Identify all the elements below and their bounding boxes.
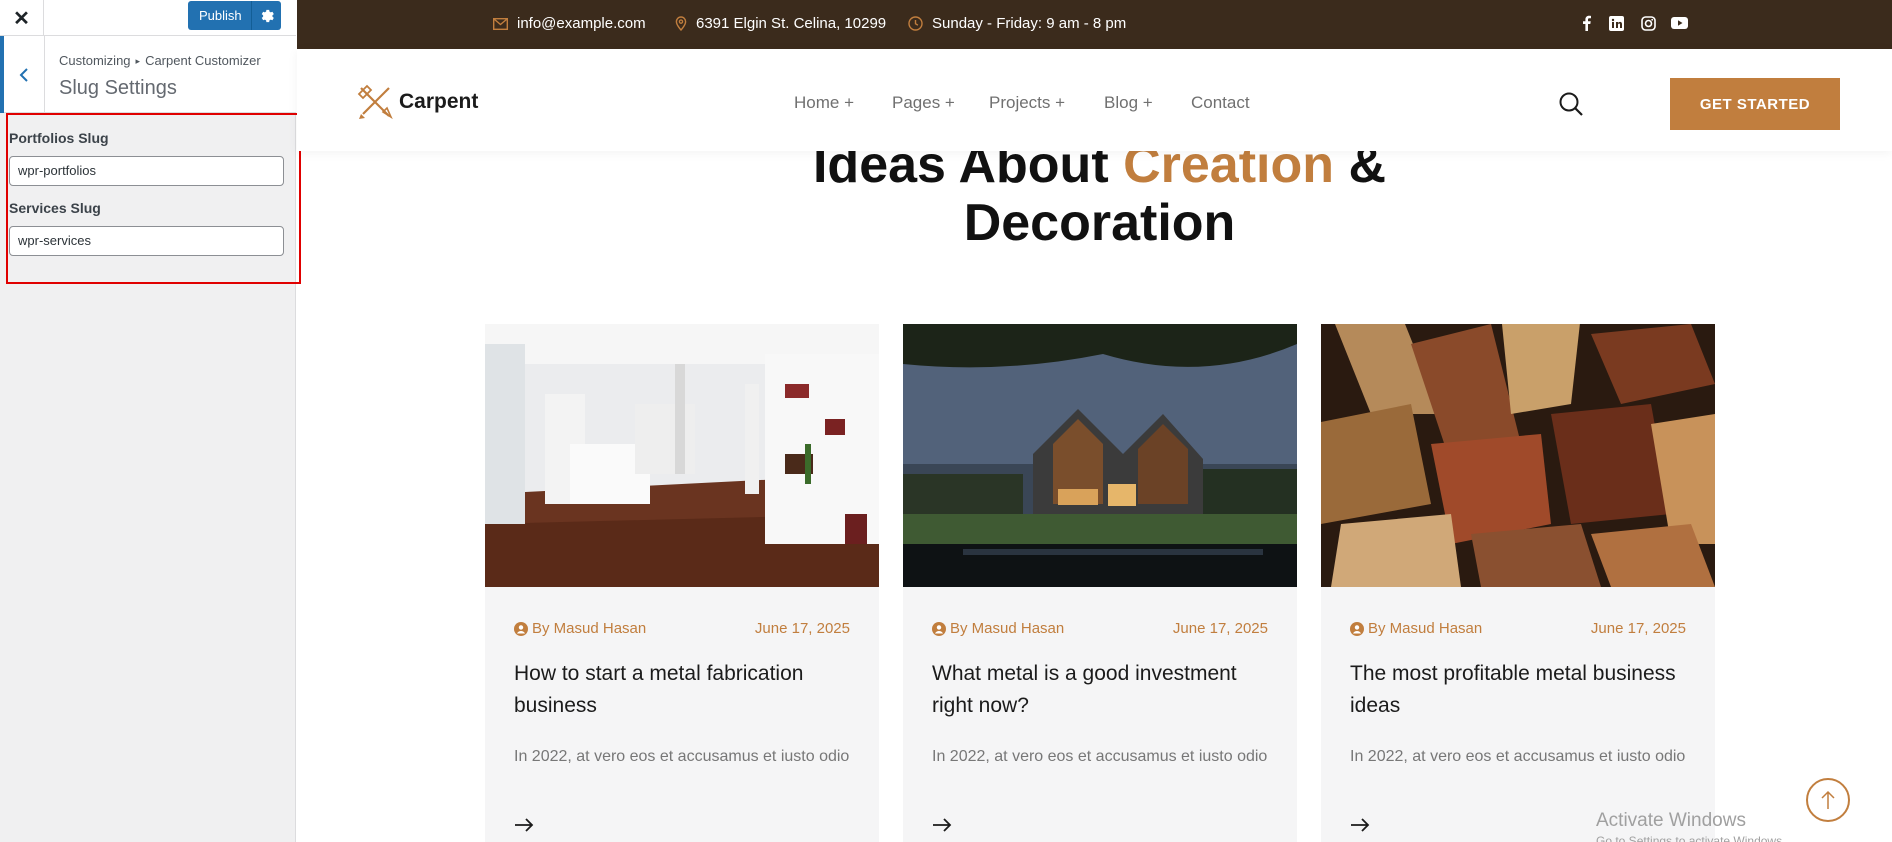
post-excerpt: In 2022, at vero eos et accusamus et ius…	[514, 748, 850, 765]
facebook-link[interactable]	[1577, 14, 1595, 32]
activate-windows-title: Activate Windows	[1596, 810, 1746, 831]
breadcrumb-current: Carpent Customizer	[145, 53, 261, 68]
post-author[interactable]: By Masud Hasan	[932, 620, 1064, 637]
author-name: By Masud Hasan	[1368, 620, 1483, 637]
post-image-house[interactable]	[903, 324, 1297, 587]
search-icon[interactable]	[1558, 91, 1584, 117]
blog-card: By Masud Hasan June 17, 2025 The most pr…	[1321, 324, 1715, 842]
post-author[interactable]: By Masud Hasan	[514, 620, 646, 637]
nav-home[interactable]: Home +	[794, 93, 854, 113]
activate-windows-subtitle: Go to Settings to activate Windows.	[1596, 834, 1786, 842]
post-title[interactable]: What metal is a good investment right no…	[932, 658, 1272, 722]
author-name: By Masud Hasan	[532, 620, 647, 637]
mail-icon	[493, 17, 508, 30]
address-text: 6391 Elgin St. Celina, 10299	[696, 15, 887, 32]
chevron-left-icon	[19, 67, 28, 82]
breadcrumb-separator-icon: ▸	[135, 56, 141, 66]
close-customizer-button[interactable]: ✕	[0, 0, 44, 36]
facebook-icon	[1582, 15, 1591, 31]
address-info: 6391 Elgin St. Celina, 10299	[675, 15, 886, 32]
linkedin-link[interactable]	[1607, 14, 1625, 32]
site-header: Carpent Home + Pages + Projects + Blog +…	[297, 49, 1892, 151]
instagram-icon	[1640, 15, 1656, 31]
user-icon	[514, 621, 528, 636]
app-root: ✕ Publish Customizing ▸ Carpent Customizer…	[0, 0, 1892, 842]
publish-group: Publish	[188, 1, 281, 30]
youtube-link[interactable]	[1670, 14, 1688, 32]
arrow-right-icon[interactable]	[514, 818, 534, 832]
back-button[interactable]	[0, 36, 45, 113]
post-excerpt: In 2022, at vero eos et accusamus et ius…	[1350, 748, 1686, 765]
email-text: info@example.com	[517, 15, 646, 32]
nav-blog[interactable]: Blog +	[1104, 93, 1153, 113]
post-date[interactable]: June 17, 2025	[1173, 620, 1268, 637]
section-heading: Ideas About Creation & Decoration	[297, 136, 1892, 252]
user-icon	[1350, 621, 1364, 636]
gear-icon	[261, 9, 274, 22]
post-title[interactable]: How to start a metal fabrication busines…	[514, 658, 854, 722]
services-slug-input[interactable]: wpr-services	[9, 226, 284, 256]
post-date[interactable]: June 17, 2025	[755, 620, 850, 637]
youtube-icon	[1670, 17, 1688, 29]
post-title[interactable]: The most profitable metal business ideas	[1350, 658, 1690, 722]
kitchen-image	[485, 324, 879, 587]
post-author[interactable]: By Masud Hasan	[1350, 620, 1482, 637]
portfolios-slug-label: Portfolios Slug	[9, 130, 109, 146]
carpent-logo-icon	[357, 84, 393, 120]
heading-line2: Decoration	[963, 194, 1236, 252]
publish-button[interactable]: Publish	[188, 8, 252, 23]
post-excerpt: In 2022, at vero eos et accusamus et ius…	[932, 748, 1268, 765]
top-info-bar: info@example.com 6391 Elgin St. Celina, …	[297, 0, 1892, 49]
portfolios-slug-input[interactable]: wpr-portfolios	[9, 156, 284, 186]
post-date[interactable]: June 17, 2025	[1591, 620, 1686, 637]
publish-settings-button[interactable]	[251, 1, 281, 30]
wood-samples-image	[1321, 324, 1715, 587]
instagram-link[interactable]	[1639, 14, 1657, 32]
arrow-up-icon	[1821, 790, 1835, 809]
close-icon: ✕	[13, 7, 30, 30]
post-image-kitchen[interactable]	[485, 324, 879, 587]
customizer-sidebar: ✕ Publish Customizing ▸ Carpent Customizer…	[0, 0, 301, 842]
services-slug-label: Services Slug	[9, 200, 101, 216]
get-started-button[interactable]: GET STARTED	[1670, 78, 1840, 130]
section-header: Customizing ▸ Carpent Customizer Slug Sett…	[0, 36, 296, 113]
arrow-right-icon[interactable]	[1350, 818, 1370, 832]
nav-projects[interactable]: Projects +	[989, 93, 1065, 113]
blog-card: By Masud Hasan June 17, 2025 What metal …	[903, 324, 1297, 842]
user-icon	[932, 621, 946, 636]
customizer-header: ✕ Publish	[0, 0, 296, 36]
linkedin-icon	[1608, 15, 1624, 31]
hours-info: Sunday - Friday: 9 am - 8 pm	[908, 15, 1126, 32]
scroll-to-top-button[interactable]	[1806, 778, 1850, 822]
clock-icon	[908, 16, 923, 31]
nav-pages[interactable]: Pages +	[892, 93, 955, 113]
blog-card: By Masud Hasan June 17, 2025 How to star…	[485, 324, 879, 842]
site-logo[interactable]: Carpent	[357, 84, 478, 120]
author-name: By Masud Hasan	[950, 620, 1065, 637]
breadcrumb: Customizing ▸ Carpent Customizer	[59, 53, 261, 68]
arrow-right-icon[interactable]	[932, 818, 952, 832]
map-pin-icon	[675, 16, 687, 31]
hours-text: Sunday - Friday: 9 am - 8 pm	[932, 15, 1127, 32]
house-image	[903, 324, 1297, 587]
email-info[interactable]: info@example.com	[493, 15, 646, 32]
section-title: Slug Settings	[59, 77, 177, 99]
post-image-wood[interactable]	[1321, 324, 1715, 587]
nav-contact[interactable]: Contact	[1191, 93, 1250, 113]
breadcrumb-root: Customizing	[59, 53, 131, 68]
logo-text: Carpent	[399, 90, 479, 113]
